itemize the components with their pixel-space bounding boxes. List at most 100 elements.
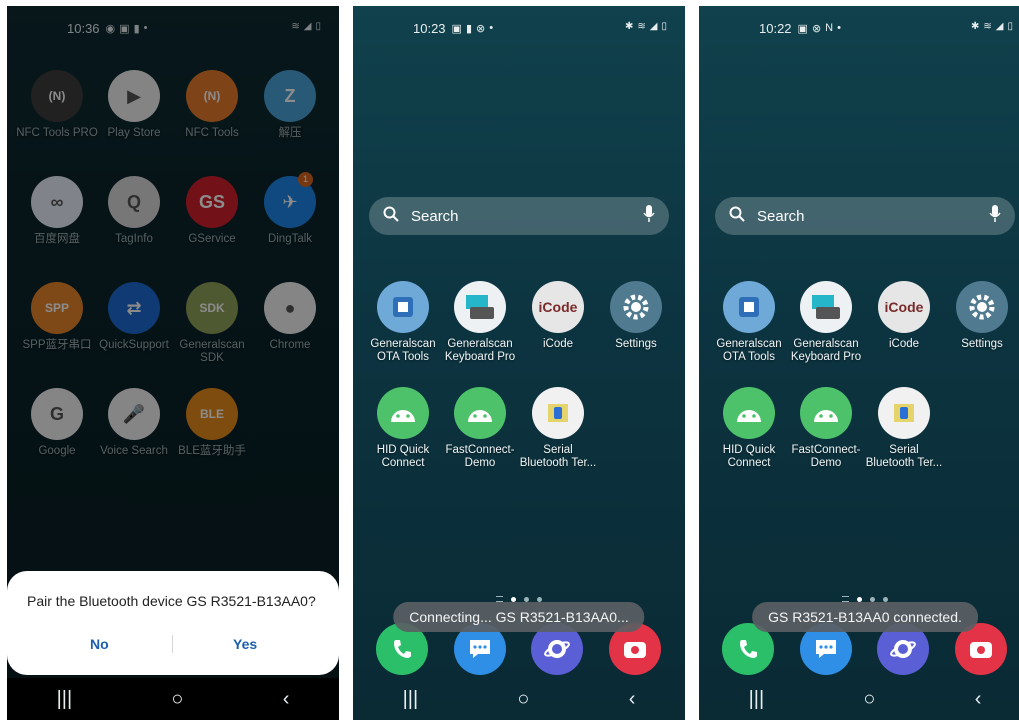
app-label-line1: Generalscan — [370, 338, 436, 350]
keyboard-pro-icon — [800, 281, 852, 333]
app-settings[interactable]: Settings — [594, 281, 678, 351]
app-label-line2: Keyboard Pro — [444, 351, 516, 363]
search-icon — [383, 206, 399, 226]
app-serial[interactable]: Serial Bluetooth Ter... — [862, 387, 946, 470]
app-label-line1: Settings — [961, 338, 1003, 350]
app-generalscan-sdk[interactable]: SDK Generalscan SDK — [170, 282, 254, 365]
home-button[interactable]: ○ — [517, 688, 529, 711]
app-label-line2: Keyboard Pro — [790, 351, 862, 363]
app-label-line2: OTA Tools — [377, 351, 429, 363]
taginfo-icon: Q — [108, 176, 160, 228]
app-unzip[interactable]: Z 解压 — [248, 70, 332, 140]
dialog-divider — [172, 635, 173, 653]
home-button[interactable]: ○ — [171, 688, 183, 711]
voice-search-icon: 🎤 — [108, 388, 160, 440]
recent-apps-button[interactable]: ||| — [749, 688, 765, 711]
microphone-icon[interactable] — [643, 205, 655, 227]
notification-badge: 1 — [298, 172, 313, 187]
battery-icon: ▯ — [661, 21, 667, 32]
app-label-line1: FastConnect- — [445, 444, 515, 456]
app-label-line2: Bluetooth Ter... — [865, 457, 943, 469]
icode-icon: iCode — [878, 281, 930, 333]
recent-apps-button[interactable]: ||| — [57, 688, 73, 711]
app-google[interactable]: G Google — [15, 388, 99, 458]
app-label: Generalscan SDK — [179, 339, 245, 364]
app-play-store[interactable]: ▶ Play Store — [92, 70, 176, 140]
app-label-line2: Bluetooth Ter... — [519, 457, 597, 469]
app-chrome[interactable]: ● Chrome — [248, 282, 332, 352]
app-nfc-tools[interactable]: (N) NFC Tools — [170, 70, 254, 140]
app-generalscan[interactable]: Generalscan Keyboard Pro — [438, 281, 522, 364]
battery-small-icon: ▮ — [133, 22, 140, 35]
notification-icon: ◉ — [105, 22, 116, 35]
app-label-line1: Serial — [889, 444, 919, 456]
app-label-line1: Generalscan — [793, 338, 859, 350]
app-generalscan[interactable]: Generalscan Keyboard Pro — [784, 281, 868, 364]
app-fastconnect[interactable]: FastConnect- Demo — [438, 387, 522, 470]
app-gservice[interactable]: GS GService — [170, 176, 254, 246]
keyboard-pro-icon — [454, 281, 506, 333]
back-button[interactable]: ‹ — [283, 688, 290, 711]
yes-button[interactable]: Yes — [233, 636, 257, 652]
app-dingtalk[interactable]: ✈ DingTalk 1 — [248, 172, 332, 246]
app-icode[interactable]: iCode iCode — [862, 281, 946, 351]
navigation-bar: ||| ○ ‹ — [699, 678, 1019, 720]
app-voice-search[interactable]: 🎤 Voice Search — [92, 388, 176, 458]
app-label-line1: Serial — [543, 444, 573, 456]
search-icon — [729, 206, 745, 226]
app-generalscan[interactable]: Generalscan OTA Tools — [361, 281, 445, 364]
search-placeholder: Search — [757, 207, 805, 225]
app-taginfo[interactable]: Q TagInfo — [92, 176, 176, 246]
blocked-icon: ⊗ — [811, 22, 822, 35]
app-label: NFC Tools PRO — [16, 127, 98, 139]
app-fastconnect[interactable]: FastConnect- Demo — [784, 387, 868, 470]
app-label-line1: iCode — [542, 338, 574, 350]
app-label-line1: iCode — [888, 338, 920, 350]
app-hid-quick[interactable]: HID Quick Connect — [361, 387, 445, 470]
search-placeholder: Search — [411, 207, 459, 225]
android-icon — [800, 387, 852, 439]
app-label: DingTalk — [267, 233, 313, 245]
phone-screen-connected: 10:22 ▣ ⊗ N • ✱ ≋ ◢ ▯ Search Generalscan… — [699, 6, 1019, 720]
image-icon: ▣ — [451, 22, 462, 35]
app-label-line2: Connect — [381, 457, 425, 469]
baidu-netdisk-icon: ∞ — [31, 176, 83, 228]
home-button[interactable]: ○ — [863, 688, 875, 711]
ble-assistant-icon: BLE — [186, 388, 238, 440]
app-label: Voice Search — [100, 445, 168, 457]
recent-apps-button[interactable]: ||| — [403, 688, 419, 711]
bluetooth-icon: ✱ — [971, 21, 980, 32]
search-bar[interactable]: Search — [715, 197, 1015, 235]
battery-icon: ▯ — [315, 21, 321, 32]
play-store-icon: ▶ — [108, 70, 160, 122]
battery-icon: ▯ — [1007, 21, 1013, 32]
app-label-line1: Settings — [615, 338, 657, 350]
app-settings[interactable]: Settings — [940, 281, 1019, 351]
back-button[interactable]: ‹ — [975, 688, 982, 711]
app-spp[interactable]: SPP SPP蓝牙串口 — [15, 282, 99, 352]
app-label-line1: FastConnect- — [791, 444, 861, 456]
bluetooth-icon: ✱ — [625, 21, 634, 32]
signal-icon: ◢ — [303, 21, 312, 32]
app-label: BLE蓝牙助手 — [178, 445, 246, 457]
app-generalscan[interactable]: Generalscan OTA Tools — [707, 281, 791, 364]
app-hid-quick[interactable]: HID Quick Connect — [707, 387, 791, 470]
app-icode[interactable]: iCode iCode — [516, 281, 600, 351]
search-bar[interactable]: Search — [369, 197, 669, 235]
app-quicksupport[interactable]: ⇄ QuickSupport — [92, 282, 176, 352]
app-nfc-pro[interactable]: (N) NFC Tools PRO — [15, 70, 99, 140]
app-ble-assistant[interactable]: BLE BLE蓝牙助手 — [170, 388, 254, 458]
pair-dialog: Pair the Bluetooth device GS R3521-B13AA… — [7, 571, 339, 675]
no-button[interactable]: No — [90, 636, 109, 652]
app-serial[interactable]: Serial Bluetooth Ter... — [516, 387, 600, 470]
back-button[interactable]: ‹ — [629, 688, 636, 711]
microphone-icon[interactable] — [989, 205, 1001, 227]
app-label-line2: Connect — [727, 457, 771, 469]
status-bar: 10:23 ▣ ▮ ⊗ • ✱ ≋ ◢ ▯ — [353, 6, 685, 50]
app-label: Play Store — [107, 127, 161, 139]
unzip-icon: Z — [264, 70, 316, 122]
app-baidu-netdisk[interactable]: ∞ 百度网盘 — [15, 176, 99, 246]
wifi-icon: ≋ — [637, 21, 646, 32]
generalscan-sdk-icon: SDK — [186, 282, 238, 334]
app-label: NFC Tools — [185, 127, 239, 139]
